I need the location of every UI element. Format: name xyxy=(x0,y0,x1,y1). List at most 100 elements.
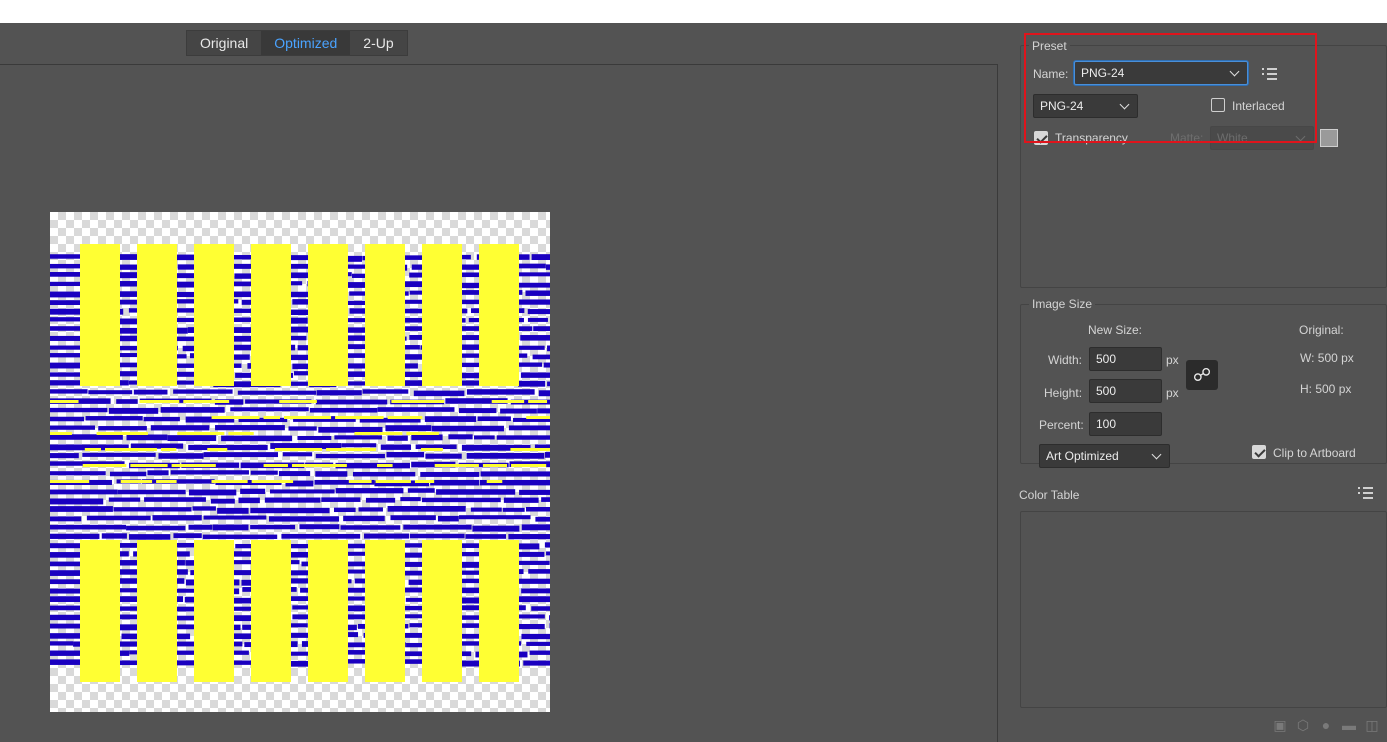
height-value: 500 xyxy=(1096,384,1117,398)
cube-icon[interactable]: ⬡ xyxy=(1296,717,1310,734)
yellow-bar-top xyxy=(308,244,348,386)
yellow-streak xyxy=(510,448,550,451)
blue-stripe xyxy=(514,299,550,305)
blue-stripe xyxy=(387,435,408,441)
blue-stripe xyxy=(203,515,267,520)
blue-stripe xyxy=(240,488,266,494)
yellow-streak xyxy=(482,464,508,467)
web-shift-icon[interactable]: ▣ xyxy=(1273,717,1287,734)
blue-stripe xyxy=(126,434,168,441)
blue-stripe xyxy=(544,452,550,458)
blue-stripe xyxy=(413,390,465,397)
blue-stripe xyxy=(502,507,525,512)
blue-stripe xyxy=(547,381,550,387)
preview-canvas[interactable] xyxy=(0,64,998,742)
blue-stripe xyxy=(466,452,545,459)
blue-stripe xyxy=(192,506,216,511)
yellow-streak xyxy=(274,448,323,451)
resample-value: Art Optimized xyxy=(1046,449,1119,463)
yellow-bar-bottom xyxy=(422,540,462,682)
yellow-streak xyxy=(228,432,254,435)
blue-stripe xyxy=(109,471,147,477)
blue-stripe xyxy=(269,489,335,494)
blue-stripe xyxy=(334,507,356,513)
tab-2-up[interactable]: 2-Up xyxy=(350,31,406,55)
height-input[interactable]: 500 xyxy=(1089,379,1162,403)
blue-stripe xyxy=(50,434,123,440)
blue-stripe xyxy=(50,389,88,394)
percent-value: 100 xyxy=(1096,417,1117,431)
yellow-streak xyxy=(120,480,153,483)
blue-stripe xyxy=(237,390,317,395)
resample-select[interactable]: Art Optimized xyxy=(1039,444,1170,468)
yellow-streak xyxy=(211,416,260,419)
blue-stripe xyxy=(532,354,550,360)
blue-stripe xyxy=(50,453,79,459)
clip-to-artboard-checkbox[interactable] xyxy=(1252,445,1266,459)
blue-stripe xyxy=(514,596,550,603)
blue-stripe xyxy=(500,408,537,414)
blue-stripe xyxy=(299,524,340,530)
yellow-streak xyxy=(391,400,445,403)
blue-stripe xyxy=(364,533,410,539)
list-menu-icon[interactable] xyxy=(1358,487,1374,499)
blue-stripe xyxy=(358,507,383,512)
blue-stripe xyxy=(278,471,311,477)
tab-optimized[interactable]: Optimized xyxy=(261,31,351,55)
width-value: 500 xyxy=(1096,352,1117,366)
title-bar-strip xyxy=(0,0,1387,23)
blue-stripe xyxy=(167,435,217,442)
width-label: Width: xyxy=(1048,353,1083,367)
percent-input[interactable]: 100 xyxy=(1089,412,1162,436)
yellow-streak xyxy=(84,448,102,451)
blue-stripe xyxy=(50,416,85,422)
yellow-streak xyxy=(177,432,225,435)
blue-stripe xyxy=(390,515,436,521)
tab-original[interactable]: Original xyxy=(187,31,261,55)
yellow-streak xyxy=(486,480,503,483)
color-table-toolbar: ▣ ⬡ ● ▬ ◫ xyxy=(1273,717,1379,734)
blue-stripe xyxy=(533,326,550,332)
optimized-image-preview xyxy=(50,212,550,712)
new-color-icon[interactable]: ▬ xyxy=(1342,717,1356,734)
blue-stripe xyxy=(535,516,550,522)
blue-stripe xyxy=(85,416,143,421)
blue-stripe xyxy=(250,507,330,514)
blue-stripe xyxy=(126,525,186,531)
new-size-label: New Size: xyxy=(1088,323,1143,337)
yellow-streak xyxy=(130,464,168,467)
yellow-bar-bottom xyxy=(365,540,405,682)
blue-stripe xyxy=(86,515,151,521)
blue-stripe xyxy=(340,525,401,530)
blue-stripe xyxy=(250,470,278,475)
yellow-streak xyxy=(375,480,411,483)
yellow-streak xyxy=(50,432,72,435)
blue-stripe xyxy=(143,416,180,422)
blue-stripe xyxy=(477,416,511,422)
blue-stripe xyxy=(343,515,385,522)
blue-stripe xyxy=(101,533,127,539)
blue-stripe xyxy=(365,497,396,503)
blue-stripe xyxy=(297,435,332,441)
width-input[interactable]: 500 xyxy=(1089,347,1162,371)
yellow-streak xyxy=(283,416,332,419)
blue-stripe xyxy=(116,399,138,404)
blue-stripe xyxy=(520,372,550,378)
chain-link-icon[interactable]: ☍ xyxy=(1186,360,1218,390)
blue-stripe xyxy=(315,453,385,459)
yellow-streak xyxy=(263,464,288,467)
matte-color-swatch[interactable] xyxy=(1320,129,1338,147)
blue-stripe xyxy=(473,435,495,440)
yellow-bar-top xyxy=(479,244,519,386)
trash-icon[interactable]: ◫ xyxy=(1365,717,1379,734)
height-label: Height: xyxy=(1044,386,1083,400)
blue-stripe xyxy=(264,497,321,503)
yellow-streak xyxy=(160,448,177,451)
blue-stripe xyxy=(281,533,361,539)
yellow-streak xyxy=(50,480,90,483)
lock-icon[interactable]: ● xyxy=(1319,717,1333,734)
yellow-bar-top xyxy=(422,244,462,386)
original-label: Original: xyxy=(1299,323,1344,337)
blue-stripe xyxy=(448,434,473,440)
blue-stripe xyxy=(202,534,278,539)
